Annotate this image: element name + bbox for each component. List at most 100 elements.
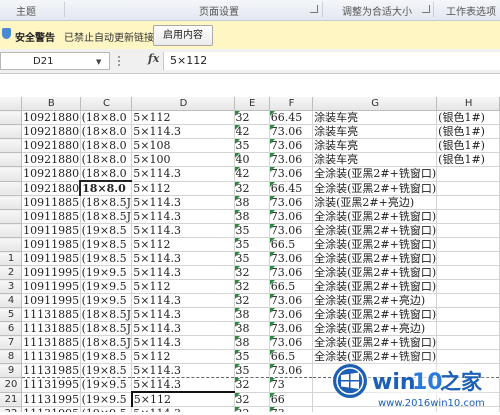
cell-g[interactable]: 全涂装(亚黑2#+铣窗口)	[312, 209, 438, 224]
cell-d[interactable]: 5×114.3	[131, 265, 235, 280]
enable-content-button[interactable]: 启用内容	[153, 25, 213, 46]
cell-d[interactable]: 5×114.3	[131, 406, 235, 412]
table-row[interactable]: 10911885 (18×8.5J 5×114.3 38 73.06 涂装(亚黑2#+亮边…	[0, 195, 500, 210]
cell-d[interactable]: 5×112	[131, 110, 235, 125]
row-header[interactable]: 9	[0, 363, 23, 378]
cell-e[interactable]: 35	[234, 349, 270, 364]
cell-h[interactable]	[436, 223, 500, 238]
cell-e[interactable]: 38	[234, 335, 270, 350]
cell-c[interactable]: (19×9.5	[80, 392, 133, 407]
cell-h[interactable]	[436, 279, 500, 294]
cell-f[interactable]: 66	[269, 392, 314, 407]
column-header-b[interactable]: B	[21, 97, 81, 111]
cell-e[interactable]: 32	[234, 392, 270, 407]
cell-c[interactable]: (19×8.5	[80, 237, 133, 252]
column-header-e[interactable]: E	[234, 97, 270, 111]
cell-h[interactable]	[436, 321, 500, 336]
cell-f[interactable]: 73.06	[269, 195, 314, 210]
cell-h[interactable]: (银色1#)	[436, 138, 500, 153]
cell-g[interactable]: 全涂装(亚黑2#+铣窗口)	[312, 223, 438, 238]
cell-d[interactable]: 5×112	[131, 237, 235, 252]
cell-g[interactable]: 涂装车亮	[312, 138, 438, 153]
cell-d[interactable]: 5×114.3	[131, 377, 235, 393]
cell-g[interactable]: 涂装车亮	[312, 110, 438, 125]
cell-h[interactable]	[436, 265, 500, 280]
table-row[interactable]: 10911885 (18×8.5J 5×114.3 38 73.06 全涂装(亚黑2#+铣…	[0, 209, 500, 224]
cell-f[interactable]: 73.06	[269, 251, 314, 266]
cell-e[interactable]: 32	[234, 265, 270, 280]
cell-f[interactable]: 66.5	[269, 279, 314, 294]
cell-d[interactable]: 5×114.3	[131, 335, 235, 350]
cell-h[interactable]	[436, 166, 500, 182]
row-header[interactable]	[0, 166, 23, 182]
table-row[interactable]: 2 10911995 (19×9.5 5×114.3 32 73.06 全涂装(亚黑2#+铣…	[0, 265, 500, 280]
cell-e[interactable]: 35	[234, 251, 270, 266]
table-row[interactable]: 10921880 (18×8.0 5×108 35 73.06 涂装车亮 (银色1#)	[0, 138, 500, 153]
cell-c[interactable]: (19×8.5	[80, 251, 133, 266]
cell-f[interactable]: 73.06	[269, 335, 314, 350]
cell-b[interactable]: 10911985	[21, 237, 81, 252]
cell-f[interactable]: 73.06	[269, 293, 314, 308]
column-header-g[interactable]: G	[312, 97, 438, 111]
row-header[interactable]	[0, 195, 23, 210]
cell-b[interactable]: 10921880	[21, 152, 81, 167]
cell-b[interactable]: 10911995	[21, 293, 81, 308]
cell-c[interactable]: (18×8.5J	[80, 321, 133, 336]
cell-c[interactable]: (18×8.5J	[80, 335, 133, 350]
table-row[interactable]: 10921880 (18×8.0 5×112 32 66.45 涂装车亮 (银色1#)	[0, 110, 500, 125]
row-header[interactable]: 20	[0, 377, 23, 393]
cell-f[interactable]: 73.06	[269, 166, 314, 182]
cell-d[interactable]: 5×114.3	[131, 166, 235, 182]
cell-e[interactable]: 38	[234, 195, 270, 210]
row-header[interactable]: 6	[0, 321, 23, 336]
cell-g[interactable]: 全涂装(亚黑2#+铣窗口)	[312, 335, 438, 350]
column-header-f[interactable]: F	[269, 97, 314, 111]
cell-f[interactable]: 66.5	[269, 237, 314, 252]
cell-b[interactable]: 10911995	[21, 279, 81, 294]
cell-b[interactable]: 11131995	[21, 406, 81, 412]
cell-f[interactable]: 73.06	[269, 307, 314, 322]
table-row[interactable]: 10911985 (19×8.5 5×114.3 35 73.06 全涂装(亚黑2#+铣窗…	[0, 223, 500, 238]
cell-c[interactable]: (18×8.5J	[80, 307, 133, 322]
cell-h[interactable]	[436, 251, 500, 266]
cell-b[interactable]: 11131885	[21, 335, 81, 350]
cell-c[interactable]: (18×8.0	[80, 124, 133, 139]
cell-e[interactable]: 35	[234, 223, 270, 238]
cell-b[interactable]: 10911885	[21, 195, 81, 210]
cell-f[interactable]: 73.06	[269, 138, 314, 153]
formula-input[interactable]: 5×112	[163, 52, 500, 70]
cell-g[interactable]: 涂装(亚黑2#+亮边)	[312, 195, 438, 210]
cell-g[interactable]: 全涂装(亚黑2#+铣窗口)	[312, 181, 438, 196]
cell-e[interactable]: 32	[234, 181, 270, 196]
cell-e[interactable]: 38	[234, 307, 270, 322]
cell-e[interactable]: 35	[234, 138, 270, 153]
cell-d[interactable]: 5×100	[131, 152, 235, 167]
cell-d[interactable]: 5×114.3	[131, 209, 235, 224]
cell-f[interactable]: 73.06	[269, 209, 314, 224]
cell-h[interactable]	[436, 209, 500, 224]
cell-c[interactable]: (19×9.5	[80, 406, 133, 412]
cell-b[interactable]: 10921880	[21, 110, 81, 125]
cell-h[interactable]	[436, 237, 500, 252]
cell-g[interactable]: 全涂装(亚黑2#+亮边)	[312, 293, 438, 308]
cell-e[interactable]: 35	[234, 237, 270, 252]
page-setup-launcher-icon[interactable]	[310, 5, 318, 13]
column-header-d[interactable]: D	[131, 97, 235, 111]
cell-c[interactable]: (19×8.5	[80, 363, 133, 378]
cell-d[interactable]: 5×112	[131, 349, 235, 364]
cell-c[interactable]: (18×8.0	[80, 166, 133, 182]
row-header[interactable]: 21	[0, 392, 23, 407]
cell-g[interactable]: 全涂装(亚黑2#+铣窗口)	[312, 237, 438, 252]
cell-b[interactable]: 10911885	[21, 209, 81, 224]
table-row[interactable]: 4 10911995 (19×9.5 5×114.3 32 73.06 全涂装(亚黑2#+亮…	[0, 293, 500, 308]
row-header[interactable]: 22	[0, 406, 23, 412]
cell-c[interactable]: (18×8.0	[80, 110, 133, 125]
cell-e[interactable]: 32	[234, 293, 270, 308]
table-row[interactable]: 3 10911995 (19×9.5 5×112 32 66.5 全涂装(亚黑2#+铣窗口)	[0, 279, 500, 294]
cell-f[interactable]: 73.06	[269, 363, 314, 378]
formula-bar-resize-handle[interactable]	[118, 56, 123, 66]
cell-g[interactable]: 全涂装(亚黑2#+铣窗口)	[312, 265, 438, 280]
cell-d[interactable]: 5×112	[131, 279, 235, 294]
cell-c[interactable]: (19×9.5	[80, 279, 133, 294]
cell-h[interactable]	[436, 181, 500, 196]
